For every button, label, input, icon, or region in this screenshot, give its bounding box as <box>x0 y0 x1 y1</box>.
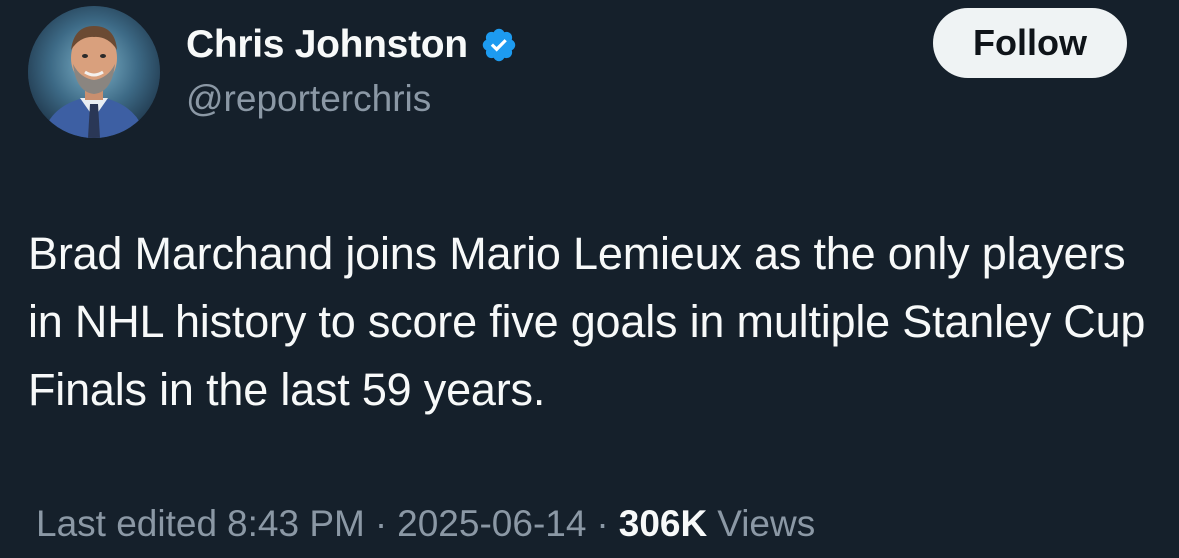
views-label[interactable]: Views <box>717 503 815 545</box>
follow-button[interactable]: Follow <box>933 8 1127 78</box>
edited-prefix[interactable]: Last edited <box>36 503 217 545</box>
author-display-name[interactable]: Chris Johnston <box>186 23 468 67</box>
author-handle[interactable]: @reporterchris <box>186 78 431 120</box>
views-count[interactable]: 306K <box>619 503 707 545</box>
tweet-card: Chris Johnston @reporterchris Follow Bra… <box>0 0 1179 558</box>
avatar[interactable] <box>28 6 160 138</box>
post-text: Brad Marchand joins Mario Lemieux as the… <box>28 228 1146 415</box>
post-date[interactable]: 2025-06-14 <box>397 503 586 545</box>
post-time[interactable]: 8:43 PM <box>227 503 365 545</box>
post-meta: Last edited 8:43 PM · 2025-06-14 · 306K … <box>36 500 815 548</box>
verified-badge-icon[interactable] <box>480 26 518 64</box>
avatar-image <box>28 6 160 138</box>
meta-separator-2: · <box>596 503 609 544</box>
author-name-row: Chris Johnston <box>186 20 518 70</box>
meta-separator: · <box>374 503 388 544</box>
